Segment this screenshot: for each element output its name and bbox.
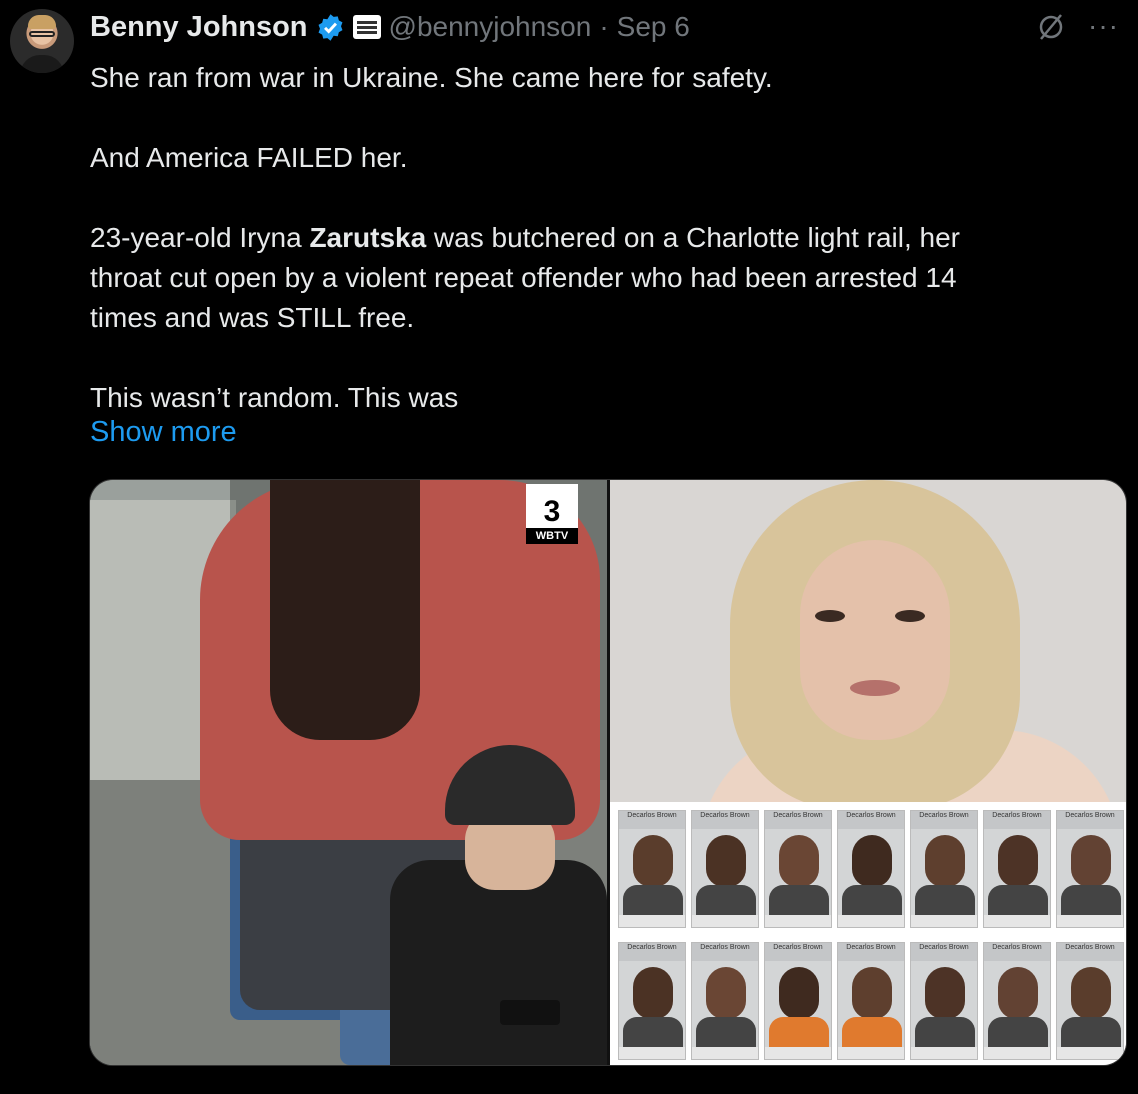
surveillance-photo[interactable]: 3 WBTV (90, 480, 607, 1065)
mugshot-label: Decarlos Brown (838, 811, 904, 829)
mugshot: Decarlos Brown (910, 810, 978, 928)
verified-badge-icon (318, 13, 342, 41)
mugshot-label: Decarlos Brown (692, 943, 758, 961)
tweet-text-span: 23-year-old Iryna (90, 222, 310, 253)
logo-number: 3 (543, 495, 561, 528)
portrait-face (800, 540, 950, 740)
tweet-date[interactable]: Sep 6 (617, 11, 690, 43)
mugshot: Decarlos Brown (1056, 942, 1124, 1060)
avatar[interactable] (10, 9, 74, 73)
mugshot: Decarlos Brown (837, 810, 905, 928)
author-handle[interactable]: @bennyjohnson (389, 11, 592, 43)
mugshot-label: Decarlos Brown (1057, 943, 1123, 961)
mugshot: Decarlos Brown (618, 942, 686, 1060)
tweet-line: She ran from war in Ukraine. She came he… (90, 62, 773, 93)
mugshot: Decarlos Brown (983, 942, 1051, 1060)
mugshot-label: Decarlos Brown (765, 811, 831, 829)
mugshot-label: Decarlos Brown (911, 811, 977, 829)
mugshot-label: Decarlos Brown (1057, 811, 1123, 829)
mugshot-grid: Decarlos Brown Decarlos Brown Decarlos Bro… (610, 802, 1126, 1065)
tweet-text-span: was butchered on a Charlotte light rail,… (426, 222, 961, 253)
tweet-line: throat cut open by a violent repeat offe… (90, 262, 957, 293)
mugshot: Decarlos Brown (910, 942, 978, 1060)
tweet-line: And America FAILED her. (90, 142, 408, 173)
mugshot-label: Decarlos Brown (984, 811, 1050, 829)
author-name[interactable]: Benny Johnson (90, 11, 308, 44)
mugshot: Decarlos Brown (837, 942, 905, 1060)
tweet-line: times and was STILL free. (90, 302, 415, 333)
mugshot-label: Decarlos Brown (765, 943, 831, 961)
portrait-and-mugshots-photo[interactable]: Decarlos Brown Decarlos Brown Decarlos Bro… (610, 480, 1126, 1065)
avatar-shirt (20, 55, 64, 73)
header-separator: · (599, 11, 609, 42)
tweet-text: She ran from war in Ukraine. She came he… (90, 58, 1090, 418)
mugshot-label: Decarlos Brown (619, 811, 685, 829)
logo-label: WBTV (526, 528, 578, 544)
mugshot-label: Decarlos Brown (911, 943, 977, 961)
mugshot: Decarlos Brown (983, 810, 1051, 928)
avatar-glasses (29, 31, 55, 37)
mugshot: Decarlos Brown (764, 810, 832, 928)
phone (500, 1000, 560, 1025)
tweet-header: Benny Johnson @bennyjohnson · Sep 6 (90, 8, 690, 46)
mugshot: Decarlos Brown (1056, 810, 1124, 928)
wbtv-logo: 3 WBTV (526, 484, 578, 544)
tweet-line: 23-year-old Iryna Zarutska was butchered… (90, 218, 1090, 258)
mugshot: Decarlos Brown (764, 942, 832, 1060)
mugshot-label: Decarlos Brown (692, 811, 758, 829)
avatar-hair (28, 15, 56, 29)
mugshot: Decarlos Brown (618, 810, 686, 928)
affiliate-badge-icon[interactable] (352, 15, 381, 39)
more-options-icon[interactable]: ··· (1088, 10, 1119, 42)
tweet-line: This wasn’t random. This was (90, 382, 459, 413)
tweet-bold-name: Zarutska (309, 222, 427, 253)
mugshot-label: Decarlos Brown (838, 943, 904, 961)
grok-icon[interactable] (1034, 10, 1068, 44)
show-more-link[interactable]: Show more (90, 416, 237, 449)
mugshot-label: Decarlos Brown (984, 943, 1050, 961)
person-seated (390, 860, 607, 1065)
mugshot-label: Decarlos Brown (619, 943, 685, 961)
mugshot: Decarlos Brown (691, 810, 759, 928)
mugshot: Decarlos Brown (691, 942, 759, 1060)
media-grid: 3 WBTV Decarlos Brown Decarlos Brown Decar… (89, 479, 1127, 1066)
